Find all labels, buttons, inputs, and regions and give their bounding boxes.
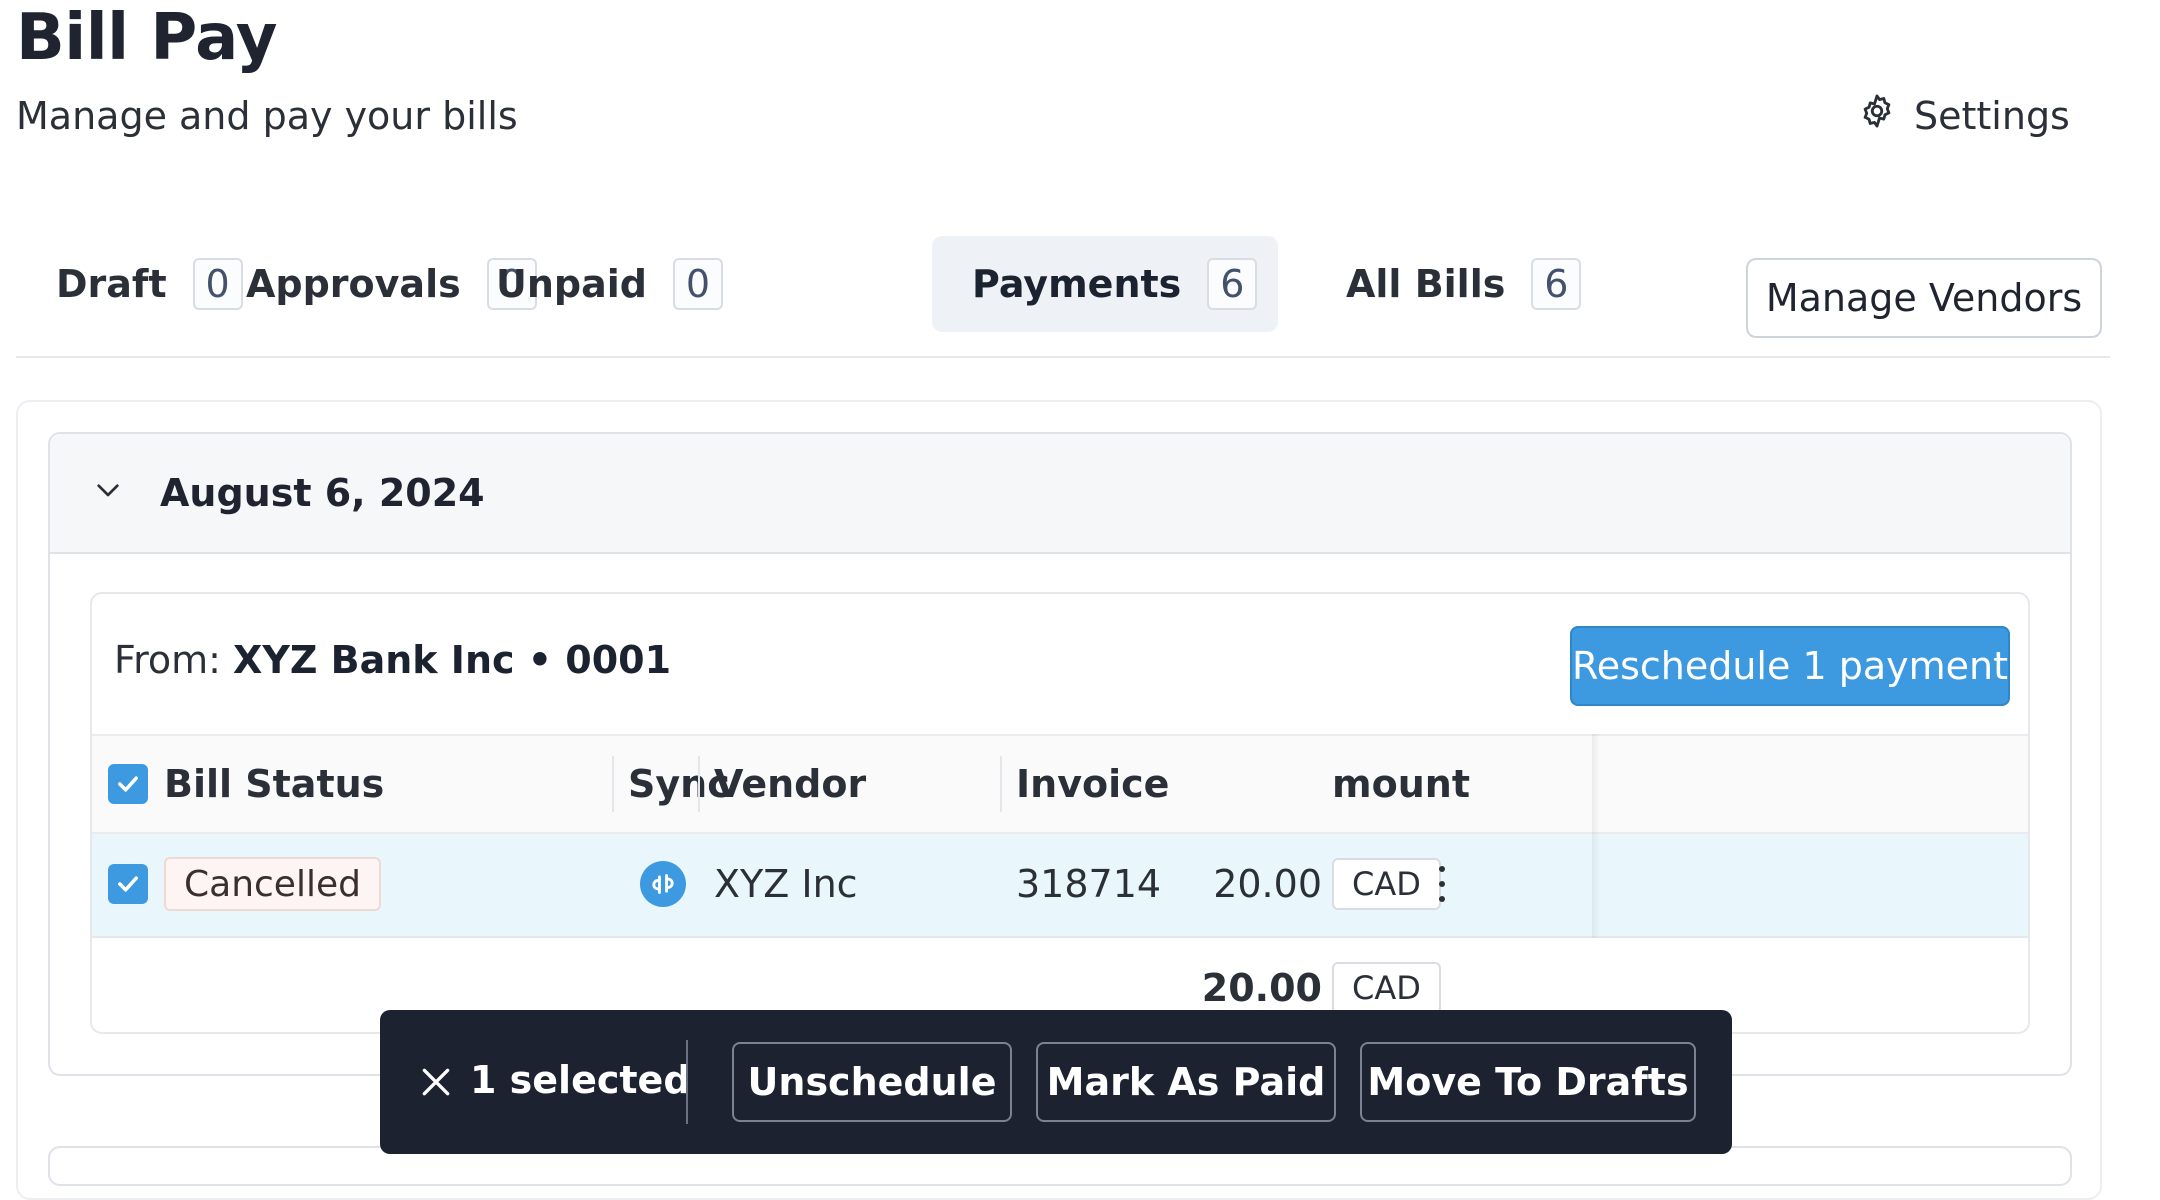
check-icon	[118, 876, 138, 892]
check-icon	[118, 776, 138, 792]
tab-label: Payments	[972, 262, 1182, 306]
status-badge: Cancelled	[164, 857, 381, 911]
tab-label: All Bills	[1346, 262, 1506, 306]
settings-label: Settings	[1914, 93, 2070, 138]
from-label: From:	[114, 638, 221, 682]
close-icon[interactable]	[416, 1062, 456, 1102]
vendor-cell: XYZ Inc	[714, 862, 858, 906]
chevron-down-icon[interactable]	[92, 475, 124, 511]
account-payment-card: From: XYZ Bank Inc • 0001 Reschedule 1 p…	[90, 592, 2030, 1034]
settings-link[interactable]: Settings	[1858, 92, 2070, 139]
manage-vendors-button[interactable]: Manage Vendors	[1746, 258, 2102, 338]
quickbooks-icon	[640, 861, 686, 907]
select-all-checkbox[interactable]	[108, 764, 148, 804]
date-group-header[interactable]: August 6, 2024	[50, 434, 2070, 554]
bulk-action-bar: 1 selected Unschedule Mark As Paid Move …	[380, 1010, 1732, 1154]
amount-value: 20.00	[1213, 862, 1322, 906]
row-checkbox[interactable]	[108, 864, 148, 904]
tab-unpaid[interactable]: Unpaid 0	[456, 236, 763, 332]
table-row[interactable]: Cancelled XYZ Inc 318714 20.00 CAD	[92, 834, 2028, 938]
column-divider[interactable]	[1000, 756, 1002, 812]
unschedule-button[interactable]: Unschedule	[732, 1042, 1012, 1122]
page-subtitle: Manage and pay your bills	[16, 94, 518, 138]
from-account: From: XYZ Bank Inc • 0001	[114, 638, 671, 682]
row-select-cell	[108, 834, 148, 934]
tab-label: Approvals	[246, 262, 461, 306]
column-header-vendor[interactable]: Vendor	[714, 736, 866, 832]
account-name: XYZ Bank Inc • 0001	[233, 638, 672, 682]
tab-label: Draft	[56, 262, 167, 306]
more-options-icon[interactable]	[1432, 864, 1452, 904]
reschedule-payment-button[interactable]: Reschedule 1 payment	[1570, 626, 2010, 706]
tab-payments[interactable]: Payments 6	[932, 236, 1278, 332]
column-header-amount[interactable]: Amount	[1332, 736, 1470, 832]
column-header-bill-status[interactable]: Bill Status	[164, 736, 384, 832]
selection-count: 1 selected	[470, 1058, 691, 1102]
payment-date: August 6, 2024	[160, 471, 485, 515]
divider	[686, 1040, 688, 1124]
mark-as-paid-button[interactable]: Mark As Paid	[1036, 1042, 1336, 1122]
move-to-drafts-button[interactable]: Move To Drafts	[1360, 1042, 1696, 1122]
currency-cell: CAD	[1332, 834, 1441, 934]
row-actions-cell	[1432, 834, 1452, 934]
currency-badge: CAD	[1332, 858, 1441, 910]
account-header: From: XYZ Bank Inc • 0001 Reschedule 1 p…	[92, 594, 2028, 734]
tab-count-badge: 6	[1207, 258, 1258, 310]
table-header: Bill Status Sync Vendor Invoice Number A…	[92, 734, 2028, 834]
column-header-invoice-number[interactable]: Invoice Number	[1016, 736, 1180, 832]
select-all-cell	[108, 736, 148, 832]
sticky-column-shadow	[1592, 734, 1600, 938]
currency-badge: CAD	[1332, 962, 1441, 1014]
column-divider[interactable]	[612, 756, 614, 812]
tab-label: Unpaid	[496, 262, 647, 306]
tab-count-badge: 0	[672, 258, 723, 310]
gear-icon	[1858, 92, 1896, 139]
column-divider[interactable]	[698, 756, 700, 812]
tab-all-bills[interactable]: All Bills 6	[1306, 236, 1621, 332]
invoice-number-cell: 318714	[1016, 862, 1162, 906]
sync-cell	[640, 834, 686, 934]
tab-count-badge: 6	[1531, 258, 1582, 310]
bill-status-cell: Cancelled	[164, 834, 381, 934]
page-title: Bill Pay	[16, 1, 278, 75]
